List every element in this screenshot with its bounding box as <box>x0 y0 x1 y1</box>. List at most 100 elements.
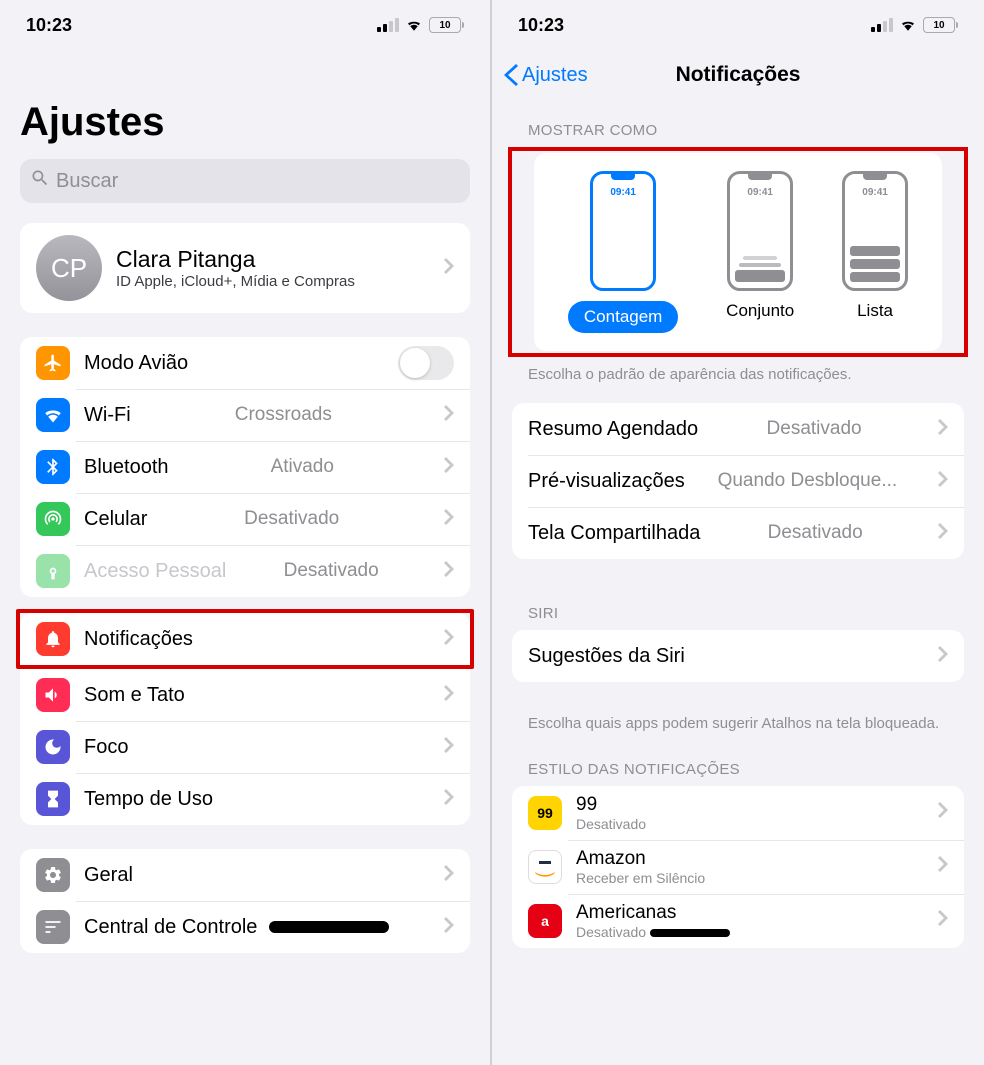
app-notification-row[interactable]: Amazon Receber em Silêncio <box>512 840 964 894</box>
display-option-count[interactable]: 09:41 Contagem <box>568 171 678 333</box>
app-subtitle: Receber em Silêncio <box>576 870 705 886</box>
focus-row[interactable]: Foco <box>20 721 470 773</box>
sound-row[interactable]: Som e Tato <box>20 669 470 721</box>
chevron-right-icon <box>444 509 454 530</box>
phone-mock-count: 09:41 <box>590 171 656 291</box>
gear-icon <box>36 858 70 892</box>
search-icon <box>30 168 50 194</box>
hotspot-icon <box>36 554 70 588</box>
row-detail: Desativado <box>768 522 863 544</box>
section-header-style: ESTILO DAS NOTIFICAÇÕES <box>492 739 984 786</box>
app-subtitle: Desativado <box>576 924 730 940</box>
scheduled-summary-row[interactable]: Resumo Agendado Desativado <box>512 403 964 455</box>
search-placeholder: Buscar <box>56 170 118 193</box>
nav-bar: Ajustes Notificações <box>492 50 984 100</box>
apple-id-row[interactable]: CP Clara Pitanga ID Apple, iCloud+, Mídi… <box>20 223 470 313</box>
redacted-bar <box>269 921 389 933</box>
highlight-display-options: 09:41 Contagem 09:41 Conjunto <box>508 147 968 357</box>
previews-row[interactable]: Pré-visualizações Quando Desbloque... <box>512 455 964 507</box>
row-detail: Desativado <box>284 560 379 582</box>
row-detail: Quando Desbloque... <box>718 470 898 492</box>
chevron-right-icon <box>938 910 948 931</box>
screen-sharing-row[interactable]: Tela Compartilhada Desativado <box>512 507 964 559</box>
row-label: Resumo Agendado <box>528 418 698 441</box>
battery-icon: 10 <box>429 17 464 33</box>
status-bar: 10:23 10 <box>0 0 490 50</box>
row-label: Notificações <box>84 628 193 651</box>
status-time: 10:23 <box>518 15 564 36</box>
chevron-right-icon <box>444 258 454 279</box>
page-title: Ajustes <box>0 50 490 155</box>
chevron-right-icon <box>444 737 454 758</box>
chevron-right-icon <box>444 405 454 426</box>
chevron-right-icon <box>444 917 454 938</box>
chevron-right-icon <box>938 523 948 544</box>
row-label: Acesso Pessoal <box>84 560 226 583</box>
row-label: Foco <box>84 736 128 759</box>
chevron-right-icon <box>938 419 948 440</box>
chevron-right-icon <box>444 789 454 810</box>
chevron-right-icon <box>938 802 948 823</box>
general-row[interactable]: Geral <box>20 849 470 901</box>
row-label: Som e Tato <box>84 684 185 707</box>
airplane-toggle[interactable] <box>398 346 454 380</box>
settings-screen: 10:23 10 Ajustes Buscar CP Clara Pitanga… <box>0 0 492 1065</box>
option-label: Contagem <box>568 301 678 333</box>
moon-icon <box>36 730 70 764</box>
airplane-mode-row[interactable]: Modo Avião <box>20 337 470 389</box>
hotspot-row[interactable]: Acesso Pessoal Desativado <box>20 545 470 597</box>
back-label: Ajustes <box>522 64 588 87</box>
screentime-row[interactable]: Tempo de Uso <box>20 773 470 825</box>
wifi-row[interactable]: Wi-Fi Crossroads <box>20 389 470 441</box>
app-name: Amazon <box>576 848 705 870</box>
notifications-row[interactable]: Notificações <box>20 613 470 665</box>
cellular-row[interactable]: Celular Desativado <box>20 493 470 545</box>
avatar: CP <box>36 235 102 301</box>
row-label: Tempo de Uso <box>84 788 213 811</box>
notifications-screen: 10:23 10 Ajustes Notificações MOSTRAR CO… <box>492 0 984 1065</box>
display-option-stack[interactable]: 09:41 Conjunto <box>726 171 794 333</box>
section-footer-siri: Escolha quais apps podem sugerir Atalhos… <box>492 706 984 738</box>
status-time: 10:23 <box>26 15 72 36</box>
cellular-signal-icon <box>377 18 399 32</box>
section-footer-show-as: Escolha o padrão de aparência das notifi… <box>492 357 984 389</box>
control-center-row[interactable]: Central de Controle <box>20 901 470 953</box>
speaker-icon <box>36 678 70 712</box>
highlight-notifications: Notificações <box>16 609 474 669</box>
profile-subtitle: ID Apple, iCloud+, Mídia e Compras <box>116 273 355 290</box>
row-detail: Desativado <box>767 418 862 440</box>
search-input[interactable]: Buscar <box>20 159 470 203</box>
app-notification-row[interactable]: a Americanas Desativado <box>512 894 964 948</box>
app-icon: a <box>528 904 562 938</box>
chevron-right-icon <box>938 646 948 667</box>
row-label: Modo Avião <box>84 352 188 375</box>
row-label: Central de Controle <box>84 916 257 939</box>
bluetooth-row[interactable]: Bluetooth Ativado <box>20 441 470 493</box>
row-label: Pré-visualizações <box>528 470 685 493</box>
chevron-right-icon <box>938 471 948 492</box>
phone-mock-list: 09:41 <box>842 171 908 291</box>
display-option-list[interactable]: 09:41 Lista <box>842 171 908 333</box>
wifi-icon <box>899 15 917 36</box>
wifi-settings-icon <box>36 398 70 432</box>
siri-suggestions-row[interactable]: Sugestões da Siri <box>512 630 964 682</box>
row-label: Geral <box>84 864 133 887</box>
chevron-right-icon <box>444 457 454 478</box>
row-detail: Desativado <box>244 508 339 530</box>
row-label: Sugestões da Siri <box>528 645 685 668</box>
option-label: Conjunto <box>726 301 794 321</box>
app-subtitle: Desativado <box>576 816 646 832</box>
phone-mock-stack: 09:41 <box>727 171 793 291</box>
chevron-right-icon <box>444 865 454 886</box>
app-notification-row[interactable]: 99 99 Desativado <box>512 786 964 840</box>
section-header-siri: SIRI <box>492 583 984 630</box>
cellular-icon <box>36 502 70 536</box>
app-name: 99 <box>576 794 646 816</box>
chevron-right-icon <box>938 856 948 877</box>
wifi-icon <box>405 15 423 36</box>
row-label: Bluetooth <box>84 456 169 479</box>
chevron-left-icon <box>504 64 518 86</box>
bell-icon <box>36 622 70 656</box>
airplane-icon <box>36 346 70 380</box>
back-button[interactable]: Ajustes <box>504 64 588 87</box>
